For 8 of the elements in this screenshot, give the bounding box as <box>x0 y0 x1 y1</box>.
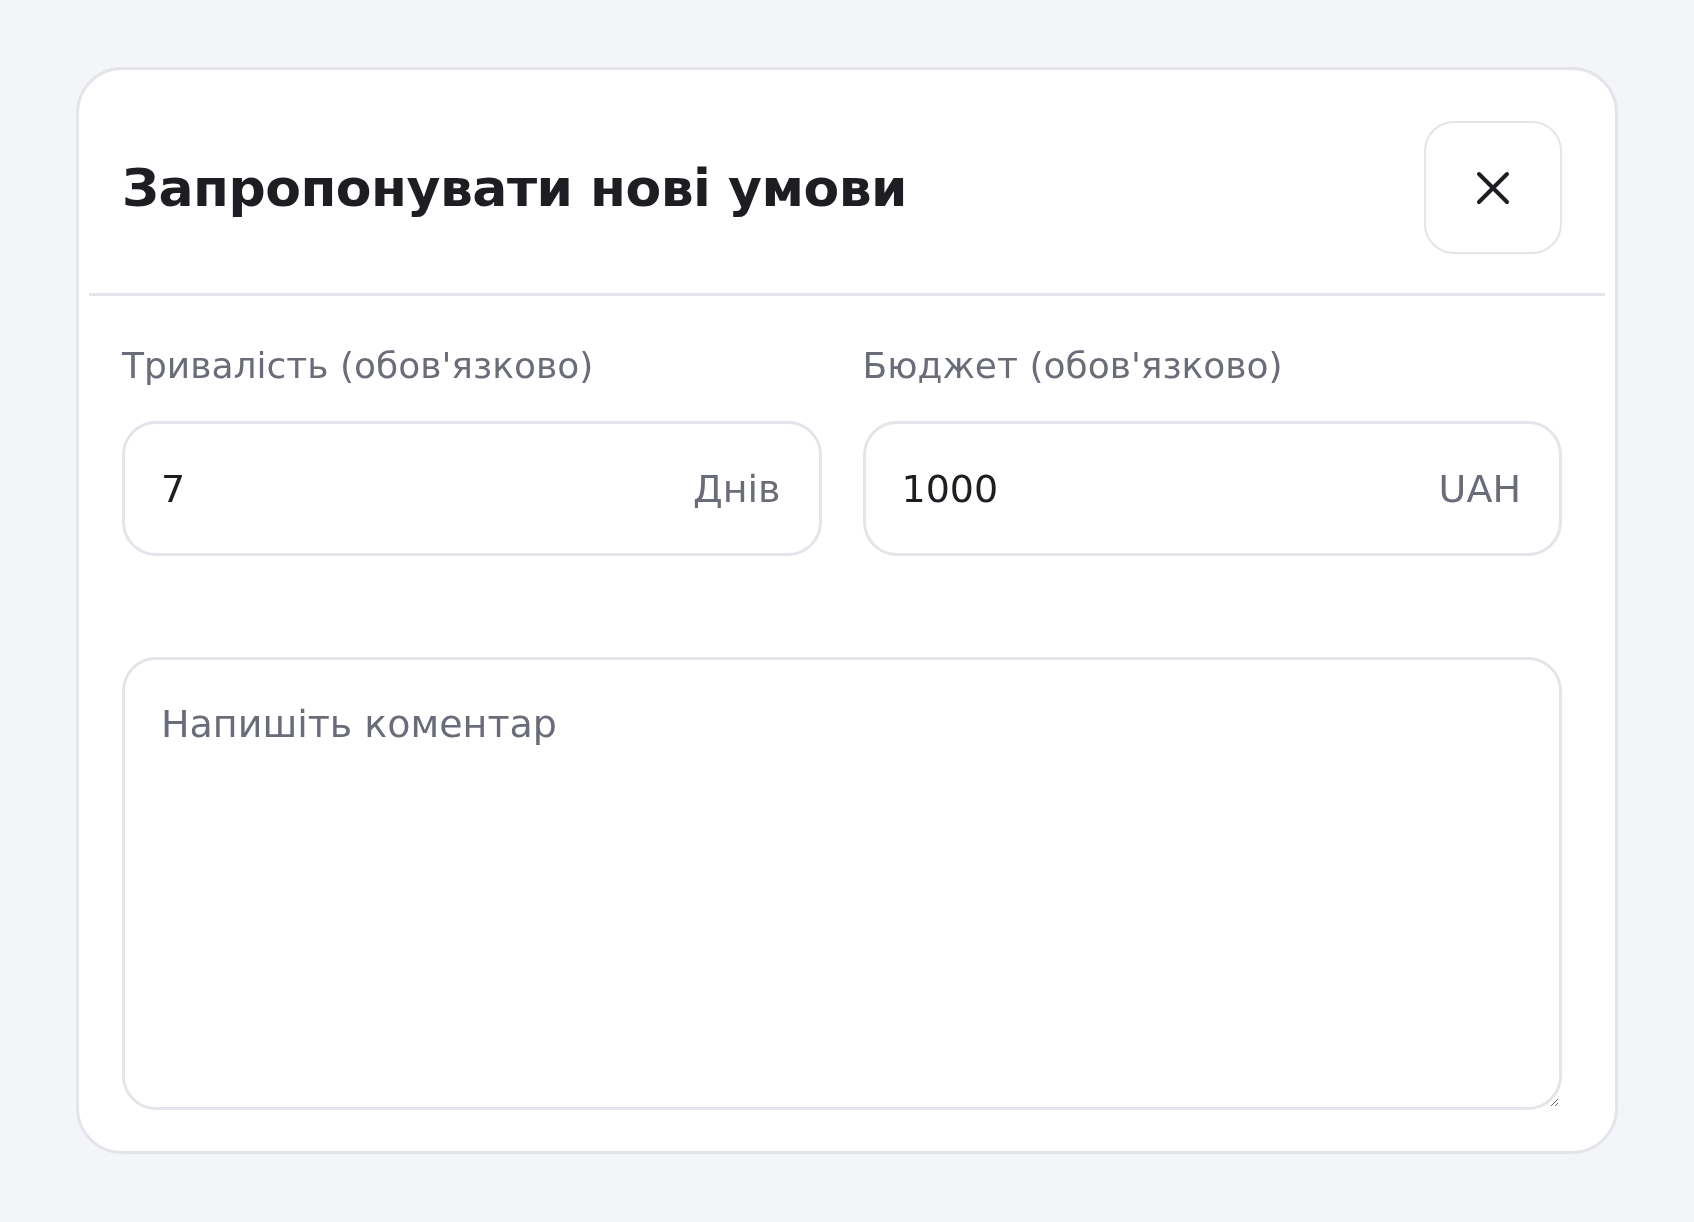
unit-label: Днів <box>693 466 781 511</box>
field-label: Бюджет (обов'язково) <box>862 344 1284 388</box>
unit-label: UAH <box>1438 466 1521 511</box>
comment-field[interactable]: Напишіть коментар <box>122 657 1562 1111</box>
close-button[interactable] <box>1424 121 1562 254</box>
field-label: Тривалість (обов'язково) <box>122 344 595 388</box>
dialog-title: Запропонувати нові умови <box>122 157 907 218</box>
close-icon <box>1476 170 1510 205</box>
